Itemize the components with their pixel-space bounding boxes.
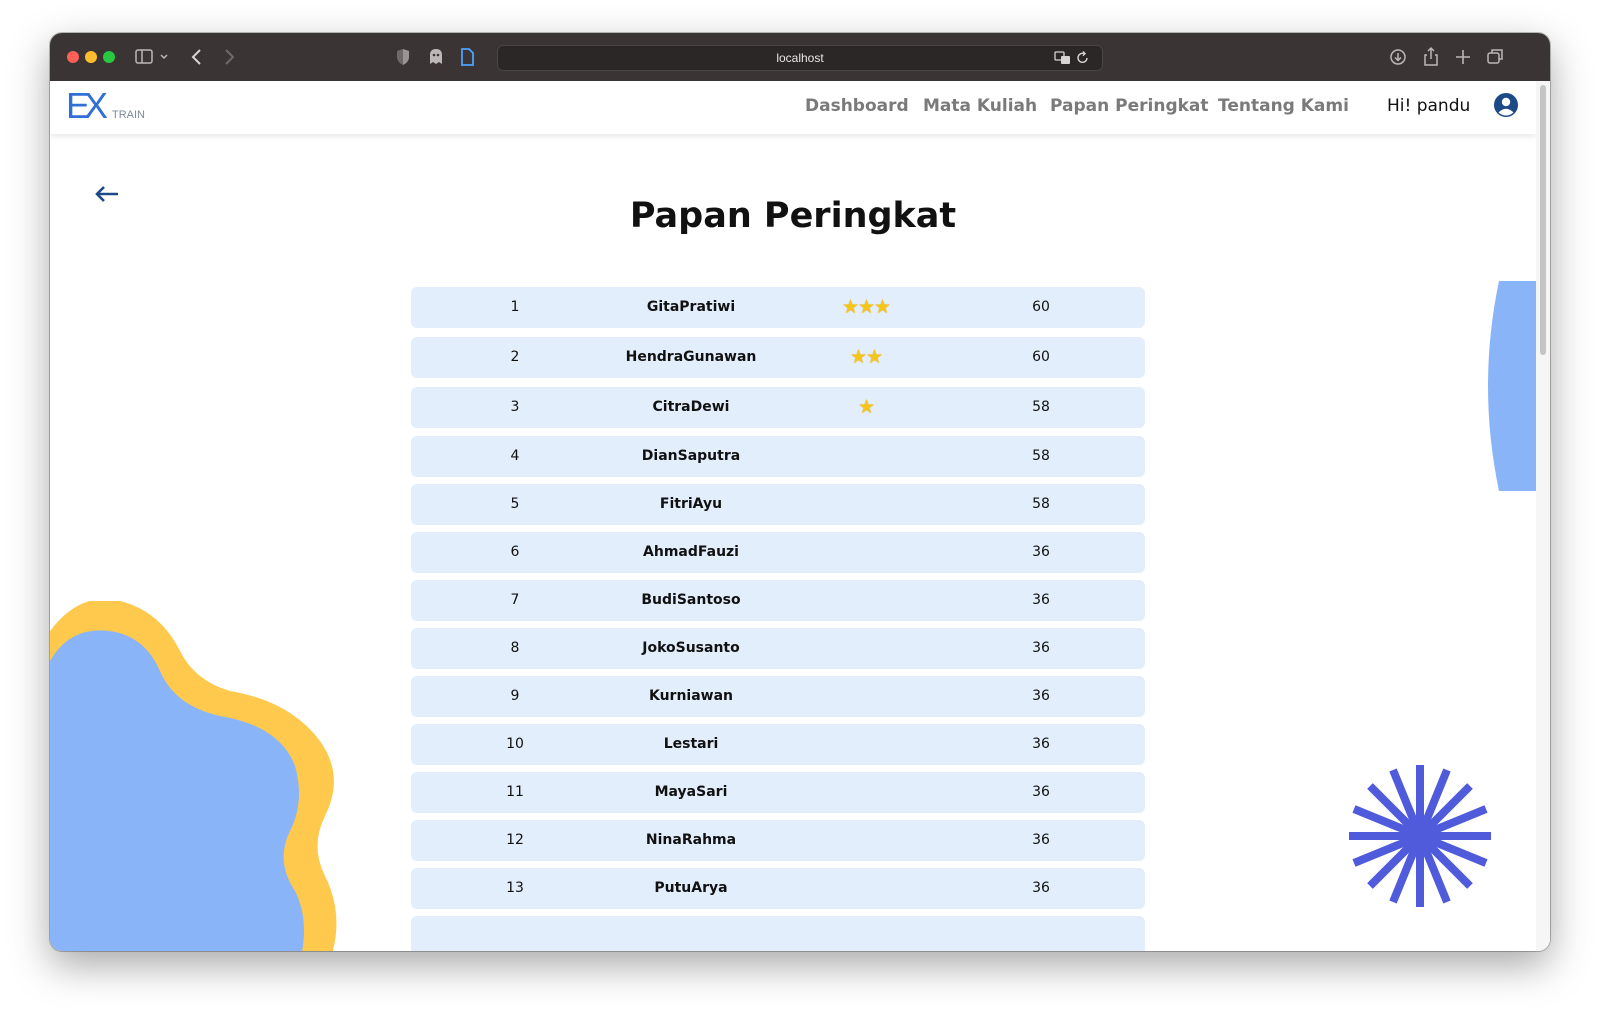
rank-cell: 10 [506, 736, 524, 752]
rank-cell: 7 [510, 592, 520, 608]
rank-cell: 11 [506, 784, 524, 800]
download-icon[interactable] [1388, 45, 1408, 69]
score-cell: 58 [1032, 399, 1050, 415]
zoom-window-button[interactable] [103, 51, 115, 63]
minimize-window-button[interactable] [85, 51, 97, 63]
ghost-icon[interactable] [427, 45, 445, 69]
player-name-cell: AhmadFauzi [643, 544, 739, 560]
leaderboard-row: 11 MayaSari 36 [411, 772, 1145, 813]
logo-main-text: EX [66, 85, 108, 126]
nav-link-mata-kuliah[interactable]: Mata Kuliah [923, 96, 1037, 116]
star-badges: ★ [857, 396, 875, 418]
score-cell: 60 [1032, 349, 1050, 365]
player-name-cell: Lestari [663, 736, 719, 752]
score-cell: 36 [1032, 544, 1050, 560]
player-name-cell: Kurniawan [648, 688, 734, 704]
leaderboard-row: 3 CitraDewi ★ 58 [411, 387, 1145, 428]
rank-cell: 4 [510, 448, 520, 464]
leaderboard-row: 6 AhmadFauzi 36 [411, 532, 1145, 573]
browser-window: localhost EX TRAIN Dashboard Mata Kuliah… [50, 33, 1550, 951]
score-cell: 60 [1032, 299, 1050, 315]
player-name-cell: FitriAyu [659, 496, 723, 512]
plus-icon[interactable] [1453, 45, 1473, 69]
user-greeting: Hi! pandu [1387, 96, 1471, 116]
user-account-icon[interactable] [1493, 92, 1519, 118]
shield-icon[interactable] [394, 45, 412, 69]
leaderboard-row: 9 Kurniawan 36 [411, 676, 1145, 717]
page-title: Papan Peringkat [629, 196, 957, 236]
share-icon[interactable] [1421, 45, 1441, 69]
score-cell: 36 [1032, 736, 1050, 752]
top-navbar: EX TRAIN Dashboard Mata Kuliah Papan Per… [50, 81, 1536, 134]
leaderboard-row: 12 NinaRahma 36 [411, 820, 1145, 861]
browser-toolbar: localhost [50, 33, 1550, 81]
player-name-cell: BudiSantoso [641, 592, 741, 608]
leaderboard-row-partial [411, 916, 1145, 951]
extrain-logo[interactable]: EX TRAIN [66, 85, 156, 127]
rank-cell: 13 [506, 880, 524, 896]
player-name-cell: MayaSari [654, 784, 728, 800]
nav-link-tentang-kami[interactable]: Tentang Kami [1218, 96, 1349, 116]
leaderboard-row: 8 JokoSusanto 36 [411, 628, 1145, 669]
leaderboard-row: 2 HendraGunawan ★★ 60 [411, 337, 1145, 378]
player-name-cell: CitraDewi [652, 399, 730, 415]
page-icon[interactable] [458, 45, 476, 69]
reload-icon[interactable] [1076, 50, 1090, 66]
translate-icon[interactable] [1054, 50, 1072, 66]
rank-cell: 12 [506, 832, 524, 848]
score-cell: 58 [1032, 448, 1050, 464]
leaderboard-row: 13 PutuArya 36 [411, 868, 1145, 909]
star-badges: ★★★ [841, 296, 891, 318]
url-text: localhost [776, 51, 824, 65]
score-cell: 36 [1032, 640, 1050, 656]
page-scrollbar[interactable] [1536, 81, 1550, 951]
decorative-blob [50, 601, 337, 951]
score-cell: 36 [1032, 592, 1050, 608]
nav-link-dashboard[interactable]: Dashboard [805, 96, 909, 116]
rank-cell: 9 [510, 688, 520, 704]
rank-cell: 5 [510, 496, 520, 512]
nav-link-papan-peringkat[interactable]: Papan Peringkat [1050, 96, 1209, 116]
rank-cell: 8 [510, 640, 520, 656]
close-window-button[interactable] [67, 51, 79, 63]
player-name-cell: HendraGunawan [625, 349, 757, 365]
star-badges: ★★ [849, 346, 883, 368]
scrollbar-thumb[interactable] [1540, 85, 1546, 355]
score-cell: 36 [1032, 688, 1050, 704]
logo-sub-text: TRAIN [112, 109, 145, 121]
player-name-cell: DianSaputra [641, 448, 741, 464]
address-bar[interactable]: localhost [497, 45, 1103, 71]
leaderboard-row: 5 FitriAyu 58 [411, 484, 1145, 525]
chevron-left-icon[interactable] [188, 45, 206, 69]
leaderboard-row: 10 Lestari 36 [411, 724, 1145, 765]
score-cell: 36 [1032, 880, 1050, 896]
score-cell: 36 [1032, 832, 1050, 848]
chevron-right-icon[interactable] [220, 45, 238, 69]
player-name-cell: PutuArya [654, 880, 728, 896]
player-name-cell: GitaPratiwi [646, 299, 736, 315]
leaderboard-row: 1 GitaPratiwi ★★★ 60 [411, 287, 1145, 328]
leaderboard-row: 4 DianSaputra 58 [411, 436, 1145, 477]
page-content: EX TRAIN Dashboard Mata Kuliah Papan Per… [50, 81, 1550, 951]
rank-cell: 1 [510, 299, 520, 315]
score-cell: 36 [1032, 784, 1050, 800]
rank-cell: 3 [510, 399, 520, 415]
tabs-icon[interactable] [1485, 45, 1505, 69]
leaderboard-row: 7 BudiSantoso 36 [411, 580, 1145, 621]
sidebar-icon[interactable] [134, 45, 172, 69]
decorative-starburst [1349, 765, 1491, 907]
score-cell: 58 [1032, 496, 1050, 512]
player-name-cell: JokoSusanto [642, 640, 740, 656]
player-name-cell: NinaRahma [645, 832, 737, 848]
rank-cell: 2 [510, 349, 520, 365]
rank-cell: 6 [510, 544, 520, 560]
